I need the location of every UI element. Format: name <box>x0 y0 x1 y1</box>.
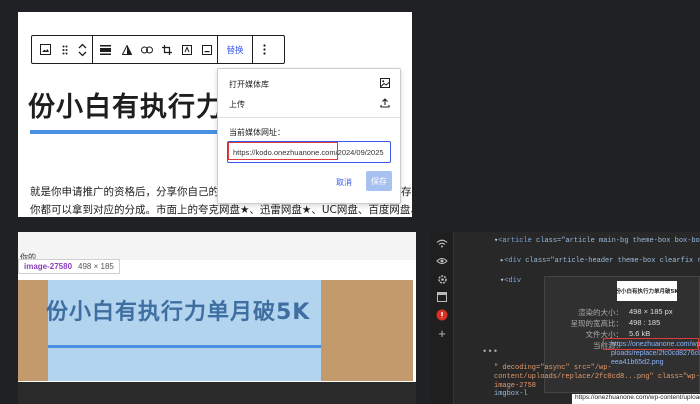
featured-image[interactable]: 份小白有执行力单月破5K <box>18 280 413 381</box>
image-title-text: 份小白有执行力单月破5K <box>46 300 311 325</box>
link-icon[interactable] <box>137 36 157 63</box>
record-icon[interactable] <box>435 308 449 322</box>
code-attrs: class="article-header theme-box clearfix… <box>525 257 700 265</box>
image-underline <box>48 345 321 348</box>
more-options-icon[interactable] <box>253 36 275 63</box>
upload-label: 上传 <box>229 99 245 109</box>
duotone-icon[interactable] <box>117 36 137 63</box>
code-line[interactable]: ▸<div class="article-header theme-box cl… <box>500 256 700 265</box>
current-url-label: 当前媒体网址： <box>229 128 285 137</box>
source-highlight-box <box>603 338 699 350</box>
caption-icon[interactable] <box>197 36 217 63</box>
elements-tree: ▾<article class="article main-bg theme-b… <box>454 232 700 404</box>
code-line[interactable]: ▾<article class="article main-bg theme-b… <box>494 236 700 245</box>
code-attrs: class="article main-bg theme-box box-bod… <box>536 237 700 245</box>
devtools-panel: + ▾<article class="article main-bg theme… <box>430 232 700 404</box>
move-up-down-icon[interactable] <box>72 36 92 63</box>
aspect-ratio-label: 呈现的宽高比： <box>570 319 624 328</box>
tooltip-element-size: 498 × 185 <box>78 262 114 271</box>
image-thumbnail: 份小白有执行力单月破5K <box>615 281 679 301</box>
code-bottom: imgbox-l <box>494 390 528 398</box>
replace-media-popover: 打开媒体库 上传 当前媒体网址： https://kodo.onezhuanon… <box>217 68 401 204</box>
block-toolbar: 替换 <box>31 35 285 64</box>
code-line[interactable]: imgbox-l <box>494 390 528 398</box>
code-tag: div <box>508 257 522 265</box>
tooltip-element-name: image-27580 <box>24 262 73 271</box>
more-dots[interactable]: ••• <box>482 347 498 357</box>
save-button[interactable]: 保存 <box>366 171 392 191</box>
upload-icon <box>380 98 390 110</box>
cancel-button[interactable]: 取消 <box>336 177 352 188</box>
file-size-value: 5.6 kB <box>629 329 651 338</box>
code-tag: div <box>508 277 522 285</box>
popover-divider <box>218 117 400 118</box>
code-line[interactable]: " decoding="async" src="/wp-content/uplo… <box>494 364 700 391</box>
rendered-size-label: 渲染的大小： <box>578 308 623 317</box>
align-icon[interactable] <box>93 36 117 63</box>
open-media-library-item[interactable]: 打开媒体库 <box>229 78 390 90</box>
window-icon[interactable] <box>435 290 449 304</box>
text-overlay-icon[interactable] <box>177 36 197 63</box>
gear-icon[interactable] <box>435 272 449 286</box>
page-preview: 你的... image-27580 498 × 185 份小白有执行力单月破5K <box>18 232 416 404</box>
drag-handle-icon[interactable] <box>58 36 72 63</box>
paragraph-line[interactable]: 就是你申请推广的资格后，分享你自己的网 <box>30 184 230 199</box>
rendered-size-value: 498 × 185 px <box>629 307 673 316</box>
replace-button[interactable]: 替换 <box>218 36 252 63</box>
element-tooltip: image-27580 498 × 185 <box>18 259 120 274</box>
plus-icon[interactable]: + <box>435 326 449 341</box>
code-decoding: " decoding="async" src="/wp-content/uplo… <box>494 364 700 390</box>
paragraph-line-tail: 存 <box>401 186 412 198</box>
preview-hint-bar: 你的... <box>18 232 416 262</box>
preview-footer <box>18 382 416 404</box>
aspect-ratio-value: 498 : 185 <box>629 318 661 327</box>
source-line: ploads/replace/2fc0cd8276c0575 <box>611 350 700 357</box>
crop-icon[interactable] <box>157 36 177 63</box>
paragraph-line[interactable]: 你都可以拿到对应的分成。市面上的夸克网盘★、迅雷网盘★、UC网盘、百度网盘、..… <box>30 202 412 217</box>
eye-icon[interactable] <box>435 254 449 268</box>
url-tooltip: https://onezhuanone.com/wp-content/uploa… <box>572 394 700 404</box>
upload-item[interactable]: 上传 <box>229 98 390 110</box>
wifi-icon[interactable] <box>435 236 449 250</box>
code-line[interactable]: ▾<div <box>500 276 521 285</box>
code-tag: article <box>502 237 532 245</box>
open-media-library-label: 打开媒体库 <box>229 79 269 89</box>
devtools-sidebar: + <box>430 232 454 404</box>
url-highlight-box <box>228 142 338 160</box>
image-icon[interactable] <box>32 36 58 63</box>
media-library-icon <box>380 78 390 90</box>
block-editor: 替换 份小白有执行力单月 就是你申请推广的资格后，分享你自己的网 存 你都可以拿… <box>18 12 412 217</box>
